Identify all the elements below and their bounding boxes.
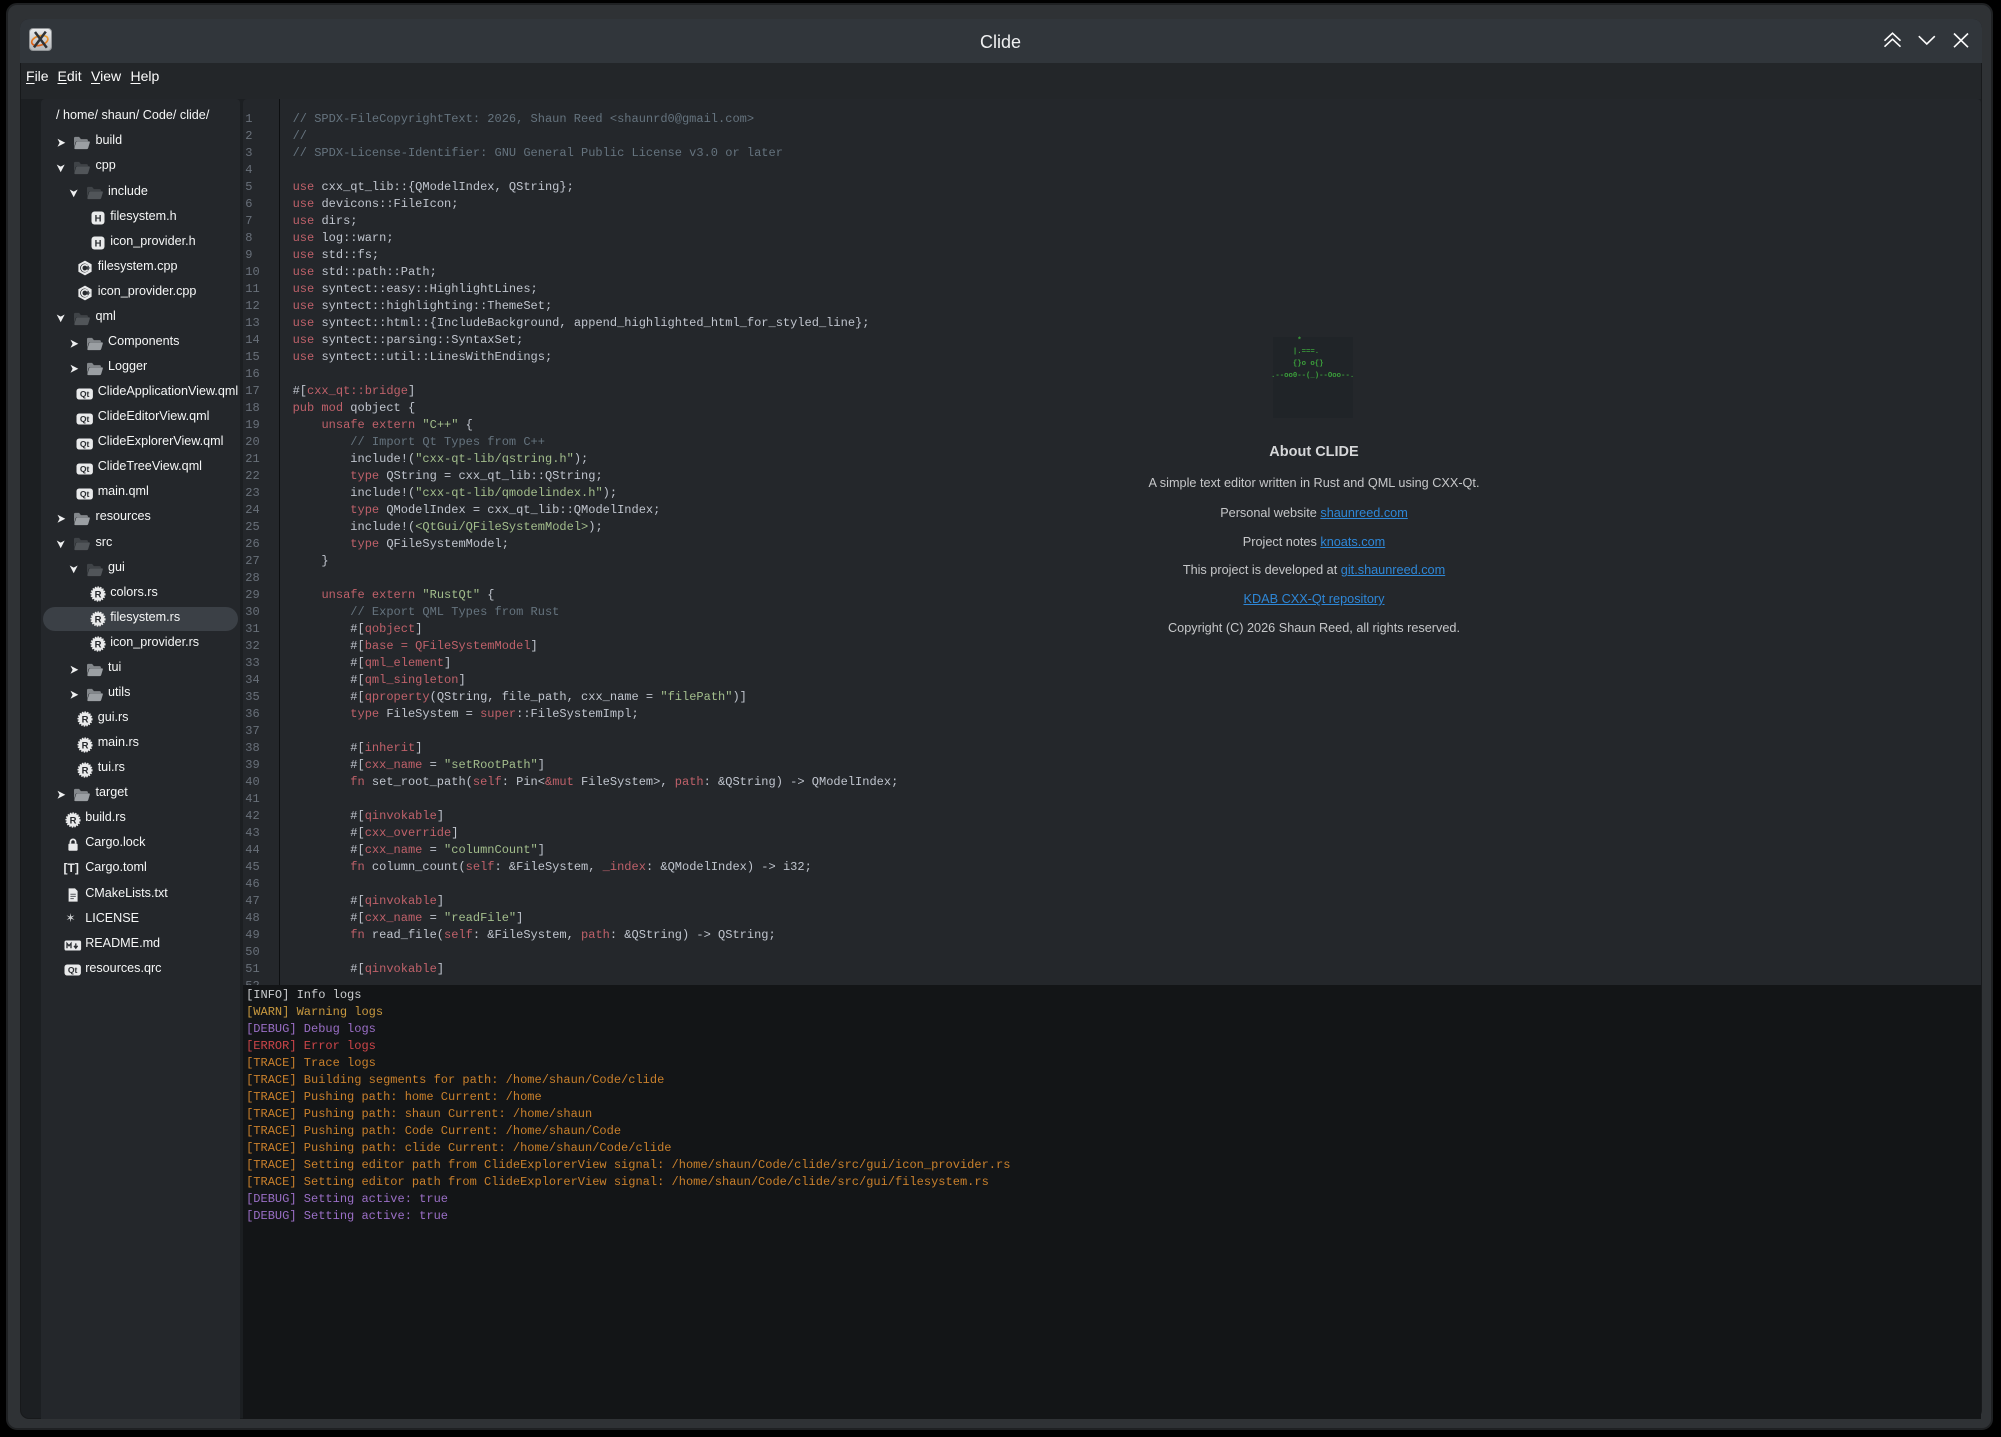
- svg-text:R: R: [82, 765, 89, 776]
- svg-text:R: R: [94, 615, 101, 626]
- svg-text:Qt: Qt: [80, 414, 90, 424]
- svg-text:Qt: Qt: [80, 389, 90, 399]
- svg-text:R: R: [94, 590, 101, 601]
- svg-text:H: H: [94, 214, 101, 225]
- svg-text:Qt: Qt: [80, 464, 90, 474]
- svg-text:H: H: [94, 239, 101, 250]
- svg-text:Qt: Qt: [80, 489, 90, 499]
- svg-text:R: R: [82, 740, 89, 751]
- svg-text:R: R: [94, 640, 101, 651]
- svg-text:Qt: Qt: [67, 965, 77, 975]
- svg-text:R: R: [82, 715, 89, 726]
- svg-text:Qt: Qt: [80, 439, 90, 449]
- svg-text:R: R: [69, 815, 76, 826]
